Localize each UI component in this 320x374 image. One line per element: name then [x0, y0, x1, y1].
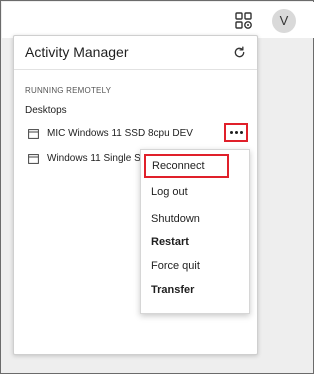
menu-item-label: Reconnect — [152, 160, 205, 172]
window-icon — [28, 129, 39, 139]
menu-item-force-quit[interactable]: Force quit — [141, 256, 249, 278]
menu-item-label: Restart — [151, 236, 189, 248]
group-label-desktops: Desktops — [25, 105, 67, 116]
menu-item-log-out[interactable]: Log out — [141, 182, 249, 204]
window-icon — [28, 154, 39, 164]
context-menu: Reconnect Log out Shutdown Restart Force… — [140, 149, 250, 314]
session-row[interactable]: MIC Windows 11 SSD 8cpu DEV — [28, 126, 218, 142]
top-bar — [2, 2, 314, 38]
apps-grid-icon[interactable] — [235, 12, 253, 30]
menu-item-label: Force quit — [151, 260, 200, 272]
more-options-button[interactable] — [224, 123, 248, 142]
menu-item-shutdown[interactable]: Shutdown — [141, 209, 249, 231]
section-label: RUNNING REMOTELY — [25, 86, 112, 95]
more-horizontal-icon — [230, 131, 233, 134]
menu-item-reconnect[interactable]: Reconnect — [144, 154, 229, 178]
refresh-icon[interactable] — [233, 46, 246, 59]
menu-item-label: Log out — [151, 186, 188, 198]
screen-frame: V Activity Manager RUNNING REMOTELY Desk… — [0, 0, 314, 374]
menu-item-label: Shutdown — [151, 213, 200, 225]
menu-item-label: Transfer — [151, 284, 195, 296]
more-dot — [235, 131, 238, 134]
panel-header: Activity Manager — [14, 36, 257, 70]
avatar[interactable]: V — [272, 9, 296, 33]
menu-item-restart[interactable]: Restart — [141, 232, 249, 254]
panel-title: Activity Manager — [25, 44, 129, 60]
menu-item-transfer[interactable]: Transfer — [141, 280, 249, 302]
session-label: MIC Windows 11 SSD 8cpu DEV — [47, 128, 193, 139]
more-dot — [240, 131, 243, 134]
